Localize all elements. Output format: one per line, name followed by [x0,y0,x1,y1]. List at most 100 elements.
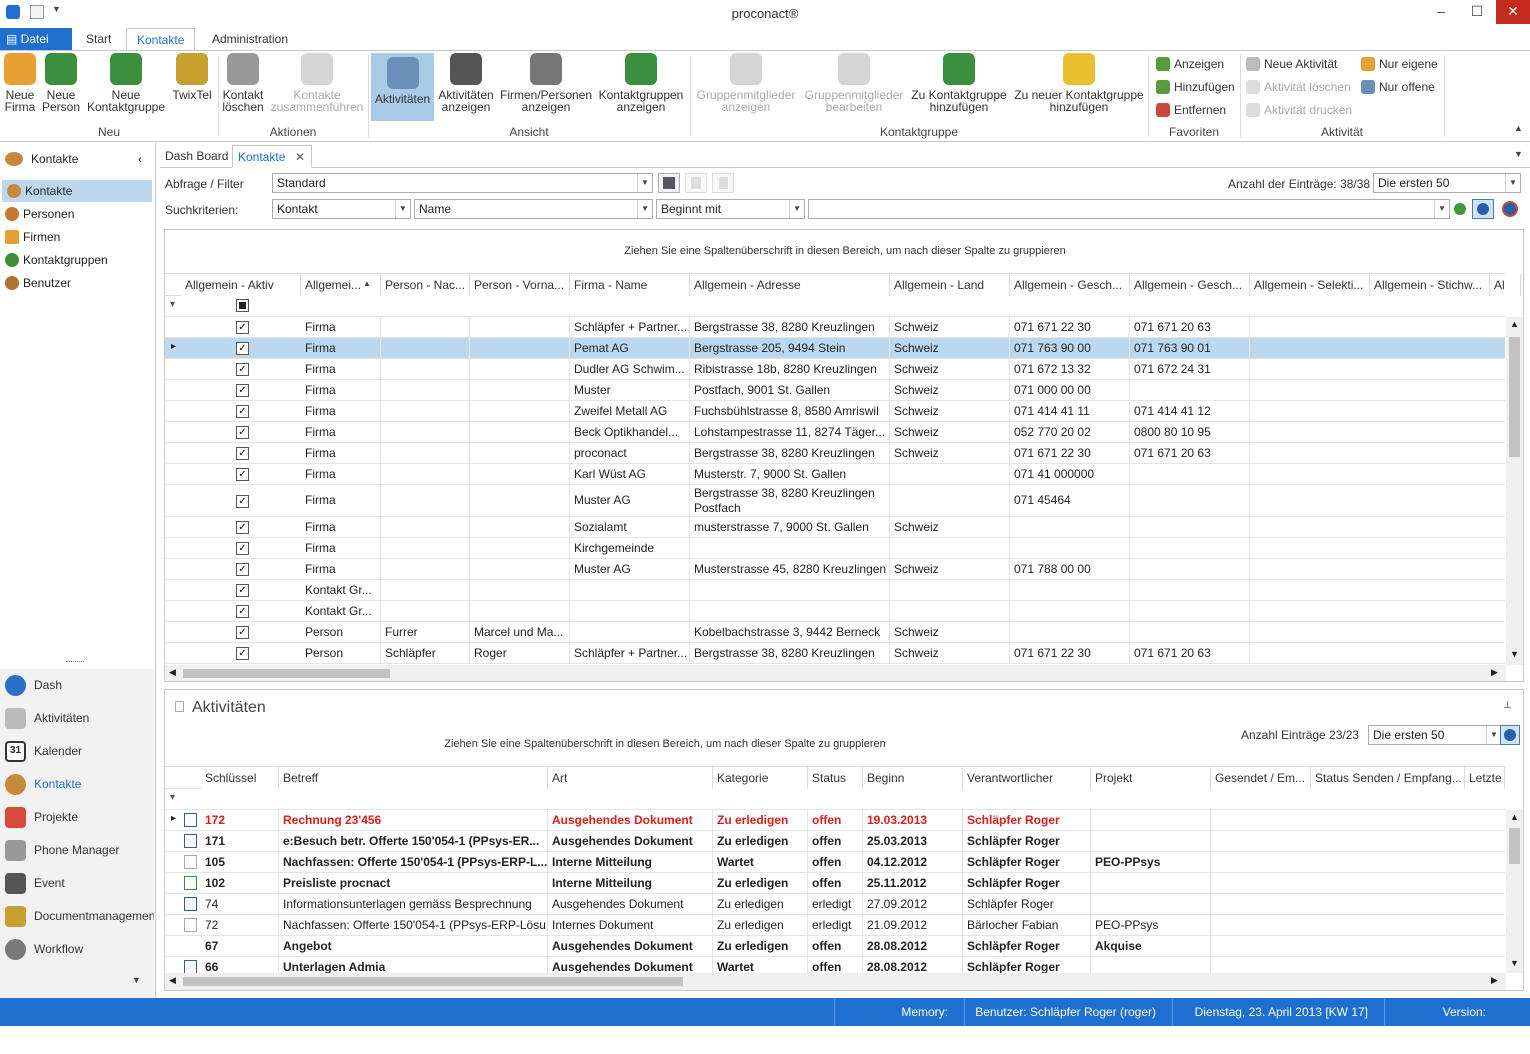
twixtel-button[interactable]: TwixTel [170,53,214,101]
aktiv-checkbox[interactable]: ✓ [236,426,249,439]
contacts-hscroll[interactable]: ◀ ▶ [165,665,1506,681]
tab-kontakte[interactable]: Kontakte [126,28,196,50]
aktiv-checkbox[interactable]: ✓ [236,384,249,397]
column-header[interactable]: Firma - Name [570,274,690,296]
such-value-input[interactable]: ▼ [808,199,1450,219]
aktivitaet-loeschen-button[interactable]: Aktivität löschen [1246,77,1351,97]
table-row[interactable]: ▸ ✓ Firma Pemat AG Bergstrasse 205, 9494 Ste… [165,338,1505,359]
table-row[interactable]: ✓ Firma proconact Bergstrasse 38, 8280 Kreu… [165,443,1505,464]
neue-person-button[interactable]: Neue Person [42,53,80,113]
tab-dashboard[interactable]: Dash Board [160,145,233,168]
contacts-vscroll[interactable]: ▲ ▼ [1506,317,1523,665]
column-header[interactable]: Letzte [1465,767,1505,789]
aktiv-checkbox[interactable]: ✓ [236,494,249,508]
column-header[interactable]: Allgemein - Land [890,274,1010,296]
minimize-button[interactable]: – [1424,0,1458,24]
nav-phone-manager[interactable]: Phone Manager [0,834,154,866]
such-operator-select[interactable]: Beginnt mit ▼ [656,199,805,219]
nav-documentmanagement[interactable]: Documentmanagement [0,900,154,932]
column-header[interactable]: Art [548,767,713,789]
scroll-thumb[interactable] [1509,828,1520,864]
aktiv-checkbox[interactable]: ✓ [236,468,249,481]
scroll-down-icon[interactable]: ▼ [1510,958,1519,968]
column-header[interactable]: Status [808,767,863,789]
table-row[interactable]: 72 Nachfassen: Offerte 150'054-1 (PPsys-E… [165,915,1505,936]
aktiv-checkbox[interactable]: ✓ [236,363,249,376]
activities-hscroll[interactable]: ◀ ▶ [165,973,1506,990]
nav-kalender[interactable]: 31 Kalender [0,735,154,767]
aktiv-checkbox[interactable]: ✓ [236,521,249,534]
table-row[interactable]: 67 Angebot Ausgehendes Dokument Zu erledige… [165,936,1505,957]
aktiv-checkbox[interactable]: ✓ [236,605,249,618]
activities-search-button[interactable] [1500,725,1520,745]
scroll-thumb[interactable] [183,977,683,986]
close-button[interactable]: ✕ [1496,0,1530,24]
favoriten-hinzufuegen-button[interactable]: Hinzufügen [1156,77,1235,97]
aktiv-checkbox[interactable]: ✓ [236,447,249,460]
maximize-button[interactable]: ☐ [1460,0,1494,24]
aktiv-checkbox[interactable]: ✓ [236,563,249,576]
save-filter-button[interactable] [658,173,680,193]
nav-aktivitaeten[interactable]: Aktivitäten [0,702,154,734]
aktivitaeten-anzeigen-button[interactable]: Aktivitäten anzeigen [436,53,496,113]
table-row[interactable]: ✓ Firma Kirchgemeinde [165,538,1505,559]
table-row[interactable]: ✓ Firma Muster AG Musterstrasse 45, 8280 Kr… [165,559,1505,580]
aktiv-checkbox[interactable]: ✓ [236,647,249,660]
gruppenmitglieder-bearbeiten-button[interactable]: Gruppenmitglieder bearbeiten [802,53,906,113]
nav-dash[interactable]: Dash [0,669,154,701]
table-row[interactable]: ✓ Firma Schläpfer + Partner... Bergstrasse … [165,317,1505,338]
aktiv-checkbox[interactable]: ✓ [236,584,249,597]
ribbon-collapse-icon[interactable]: ▲ [1514,123,1523,133]
aktiv-checkbox[interactable]: ✓ [236,626,249,639]
column-header[interactable]: Allgemein - Gesch... [1130,274,1250,296]
tab-kontakte-doc[interactable]: Kontakte ✕ [232,145,312,168]
sidebar-item-firmen[interactable]: Firmen [0,226,154,248]
abfrage-select[interactable]: Standard ▼ [272,173,653,193]
kontaktgruppen-anzeigen-button[interactable]: Kontaktgruppen anzeigen [596,53,686,113]
column-header[interactable]: Beginn [863,767,963,789]
column-header[interactable]: Person - Vorna... [470,274,570,296]
aktivitaeten-button[interactable]: Aktivitäten [371,53,434,121]
favoriten-entfernen-button[interactable]: Entfernen [1156,100,1226,120]
sidebar-item-benutzer[interactable]: Benutzer [0,272,154,294]
tabs-dropdown-icon[interactable]: ▼ [1514,149,1523,159]
pin-icon[interactable]: ⊥ [1503,700,1512,711]
scroll-thumb[interactable] [183,669,390,678]
collapse-sidebar-icon[interactable]: ‹ [138,147,142,171]
nur-eigene-button[interactable]: Nur eigene [1361,54,1438,74]
add-criteria-icon[interactable] [1454,203,1466,215]
column-header[interactable]: Allgemein - Adresse [690,274,890,296]
sidebar-item-personen[interactable]: Personen [0,203,154,225]
table-row[interactable]: 171 e:Besuch betr. Offerte 150'054-1 (PPs… [165,831,1505,852]
scroll-down-icon[interactable]: ▼ [1510,649,1519,659]
aktivitaet-drucken-button[interactable]: Aktivität drucken [1246,100,1352,120]
neue-firma-button[interactable]: Neue Firma [2,53,38,113]
table-row[interactable]: ✓ Firma Muster AG Bergstrasse 38, 8280 Kreu… [165,485,1505,517]
table-row[interactable]: ✓ Person Schläpfer Roger Schläpfer + Partner… [165,643,1505,664]
neue-kontaktgruppe-button[interactable]: Neue Kontaktgruppe [84,53,168,113]
column-header[interactable]: Projekt [1091,767,1211,789]
tab-administration[interactable]: Administration [202,28,298,50]
gruppenmitglieder-anzeigen-button[interactable]: Gruppenmitglieder anzeigen [694,53,798,113]
nav-kontakte[interactable]: Kontakte [0,768,154,800]
favoriten-anzeigen-button[interactable]: Anzeigen [1156,54,1224,74]
table-row[interactable]: 66 Unterlagen Admia Ausgehendes Dokument Wa… [165,957,1505,973]
sidebar-item-kontakte[interactable]: Kontakte [2,180,152,202]
table-row[interactable]: ✓ Firma Dudler AG Schwim... Ribistrasse 18b… [165,359,1505,380]
column-header[interactable]: Allgemein - Selekti... [1250,274,1370,296]
nav-projekte[interactable]: Projekte [0,801,154,833]
table-row[interactable]: ▸ 172 Rechnung 23'456 Ausgehendes Dokument Z… [165,810,1505,831]
column-header[interactable]: Person - Nac... [381,274,470,296]
filter-icon[interactable]: ▾ [170,299,175,310]
neue-aktivitaet-button[interactable]: Neue Aktivität [1246,54,1337,74]
activities-vscroll[interactable]: ▲ ▼ [1506,810,1523,973]
column-header[interactable]: Al [1490,274,1521,296]
table-row[interactable]: ✓ Firma Zweifel Metall AG Fuchsbühlstrasse … [165,401,1505,422]
more-nav-icon[interactable]: ▼ [132,975,141,985]
filter-icon[interactable]: ▾ [170,792,175,803]
column-header[interactable]: Schlüssel [201,767,279,789]
table-row[interactable]: ✓ Person Furrer Marcel und Ma... Kobelbachst… [165,622,1505,643]
kontakte-zusammenfuehren-button[interactable]: Kontakte zusammenführen [268,53,366,113]
tab-datei[interactable]: ▤ Datei [0,28,72,50]
zu-kontaktgruppe-hinzufuegen-button[interactable]: Zu Kontaktgruppe hinzufügen [908,53,1010,113]
